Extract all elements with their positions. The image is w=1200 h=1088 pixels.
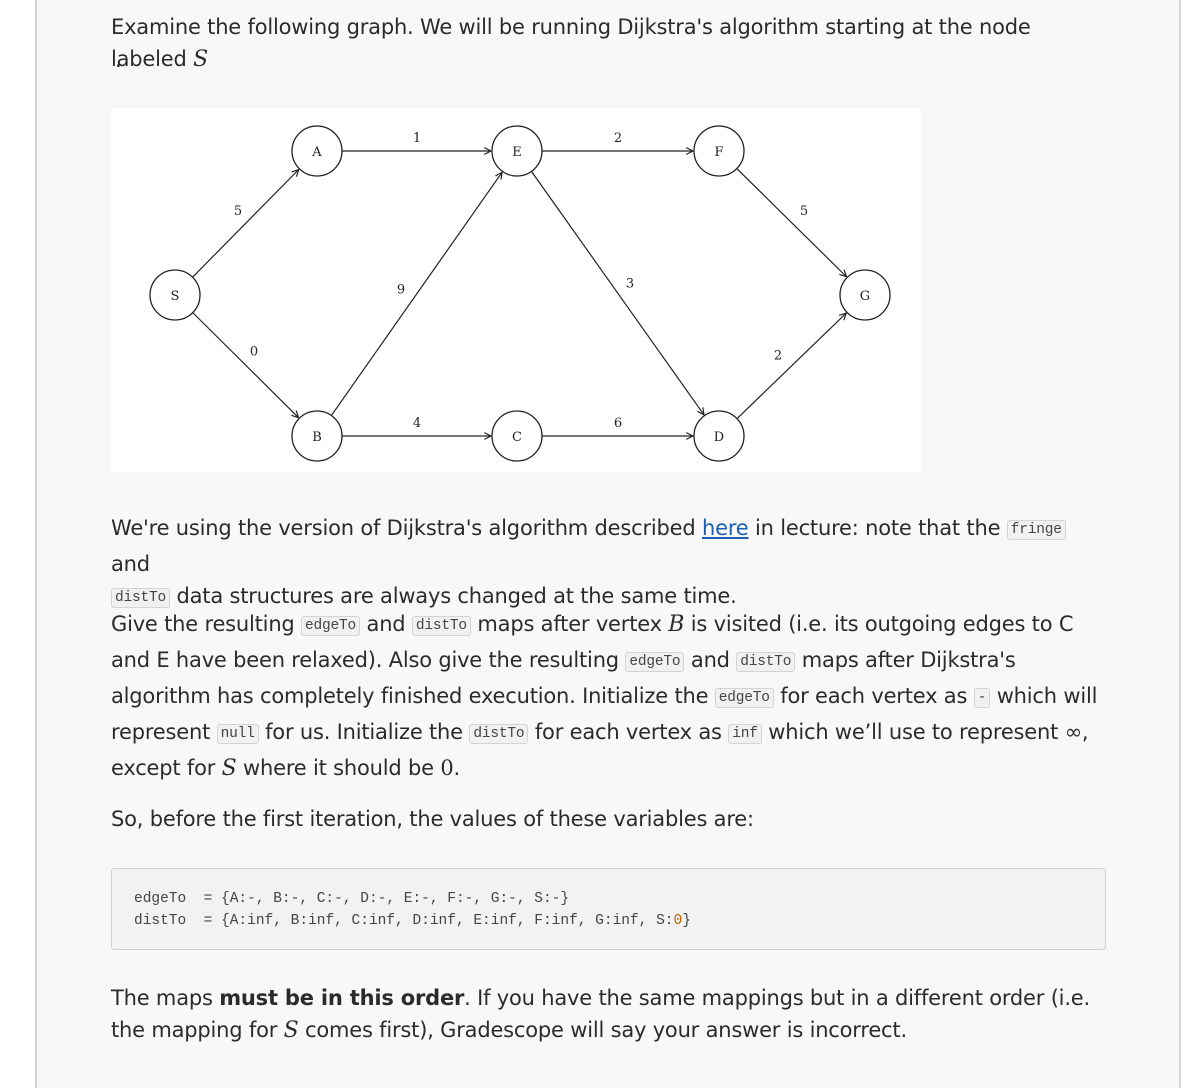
- intro-paragraph: Examine the following graph. We will be …: [111, 11, 1111, 76]
- node-label: C: [512, 430, 522, 445]
- version-text-4: data structures are always changed at th…: [170, 584, 737, 608]
- node-label: E: [512, 145, 522, 160]
- edge-D-G: [736, 313, 846, 420]
- code-edgeto: edgeTo: [714, 688, 774, 708]
- graph-node-A: A: [291, 125, 343, 177]
- node-label: B: [312, 430, 322, 445]
- code-edgeto: edgeTo: [301, 616, 361, 636]
- node-label: S: [171, 289, 180, 304]
- edge-B-E: [330, 172, 502, 416]
- graph-node-C: C: [491, 410, 543, 462]
- node-label: G: [860, 289, 870, 304]
- code-dash: -: [973, 688, 991, 708]
- code-distto: distTo: [111, 588, 171, 608]
- graph-figure: 5 0 1 9 4 2 3 6 5 2 S A B E C F D G: [111, 108, 921, 472]
- version-text-1: We're using the version of Dijkstra's al…: [111, 516, 702, 540]
- edgeto-line: edgeTo = {A:-, B:-, C:-, D:-, E:-, F:-, …: [134, 891, 570, 907]
- order-paragraph: The maps must be in this order. If you h…: [111, 982, 1111, 1047]
- edge-F-G: [736, 168, 847, 277]
- code-null: null: [216, 724, 259, 744]
- edge-weight-E-D: 3: [626, 277, 634, 292]
- graph-node-S: S: [149, 269, 201, 321]
- q-text: and: [684, 648, 737, 672]
- code-distto: distTo: [469, 724, 529, 744]
- q-text: .: [453, 756, 460, 780]
- edge-weight-C-D: 6: [614, 416, 622, 431]
- edge-S-A: [192, 170, 299, 278]
- edge-S-B: [192, 312, 299, 418]
- edge-weight-S-B: 0: [250, 345, 258, 360]
- order-text: The maps: [111, 986, 220, 1010]
- q-text: for us. Initialize the: [258, 720, 470, 744]
- edge-weight-E-F: 2: [614, 131, 622, 146]
- order-emphasis: must be in this order: [219, 986, 465, 1010]
- graph-svg: 5 0 1 9 4 2 3 6 5 2 S A B E C F D G: [149, 125, 891, 462]
- node-label: D: [714, 430, 724, 445]
- graph-node-B: B: [291, 410, 343, 462]
- edge-weight-A-E: 1: [413, 131, 421, 146]
- intro-text: Examine the following graph. We will be …: [111, 15, 1031, 71]
- code-distto: distTo: [736, 652, 796, 672]
- math-b: B: [668, 612, 685, 637]
- q-text: maps after vertex: [470, 612, 669, 636]
- node-label: F: [714, 145, 723, 160]
- order-text: comes first), Gradescope will say your a…: [298, 1018, 907, 1042]
- graph-node-F: F: [693, 125, 745, 177]
- graph-node-E: E: [491, 125, 543, 177]
- edge-E-D: [530, 171, 704, 414]
- q-text: Give the resulting: [111, 612, 302, 636]
- graph-node-G: G: [839, 269, 891, 321]
- q-text: where it should be: [236, 756, 441, 780]
- version-paragraph: We're using the version of Dijkstra's al…: [111, 512, 1111, 616]
- q-text: for each vertex as: [528, 720, 729, 744]
- intro-trailing-dot: .: [115, 48, 122, 72]
- q-text: for each vertex as: [773, 684, 974, 708]
- distto-line: distTo = {A:inf, B:inf, C:inf, D:inf, E:…: [134, 913, 691, 929]
- distto-line-prefix: distTo = {A:inf, B:inf, C:inf, D:inf, E:…: [134, 913, 674, 929]
- edge-weight-F-G: 5: [800, 204, 808, 219]
- distto-s-value: 0: [673, 913, 683, 929]
- version-text-3: and: [111, 552, 150, 576]
- math-s: S: [221, 756, 237, 781]
- graph-node-D: D: [693, 410, 745, 462]
- edge-weight-S-A: 5: [234, 204, 242, 219]
- question-paragraph: Give the resulting edgeTo and distTo map…: [111, 608, 1111, 785]
- code-distto: distTo: [411, 616, 471, 636]
- code-inf: inf: [728, 724, 762, 744]
- edge-weight-B-C: 4: [413, 416, 421, 431]
- q-text: and: [360, 612, 412, 636]
- math-zero: 0: [440, 756, 454, 780]
- page-panel: Examine the following graph. We will be …: [35, 0, 1181, 1088]
- lecture-link[interactable]: here: [702, 516, 749, 540]
- math-s: S: [283, 1018, 299, 1043]
- math-s: S: [193, 47, 208, 72]
- edge-weight-D-G: 2: [774, 349, 782, 364]
- node-label: A: [311, 145, 322, 160]
- code-fringe: fringe: [1006, 520, 1066, 540]
- distto-line-suffix: }: [682, 913, 691, 929]
- code-edgeto: edgeTo: [625, 652, 685, 672]
- initial-values-code-block: edgeTo = {A:-, B:-, C:-, D:-, E:-, F:-, …: [111, 868, 1106, 950]
- edge-weight-B-E: 9: [397, 283, 405, 298]
- before-paragraph: So, before the first iteration, the valu…: [111, 807, 754, 831]
- version-text-2: in lecture: note that the: [748, 516, 1007, 540]
